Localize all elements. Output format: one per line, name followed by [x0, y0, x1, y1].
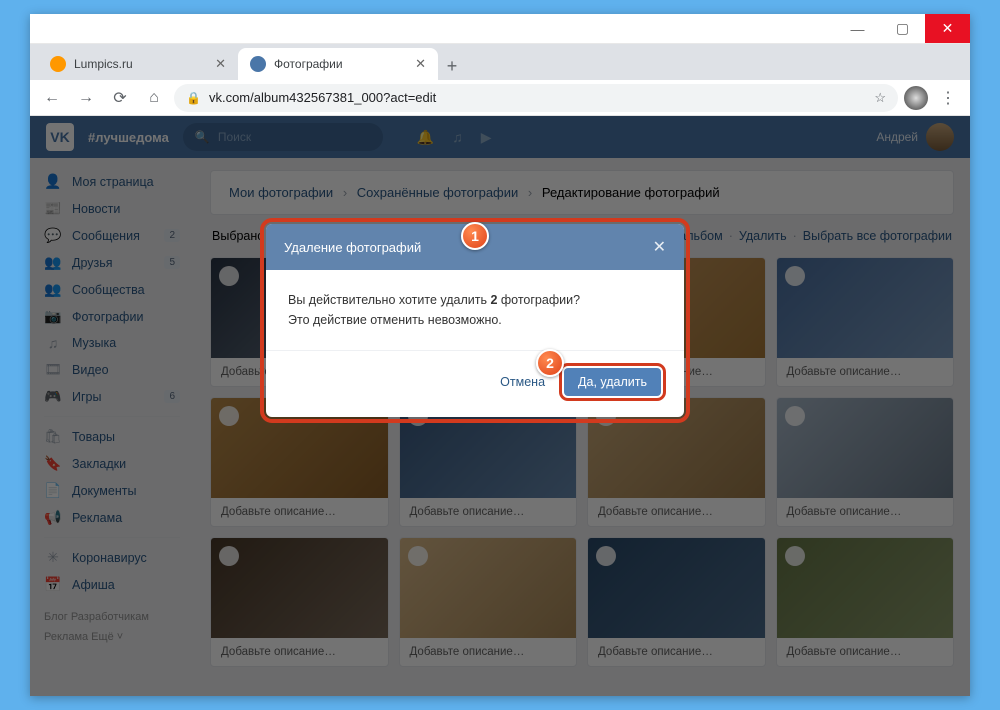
address-bar[interactable]: 🔒 vk.com/album432567381_000?act=edit ☆	[174, 84, 898, 112]
tab-title: Lumpics.ru	[74, 57, 133, 71]
modal-close-button[interactable]: ✕	[653, 237, 666, 257]
bookmark-star-icon[interactable]: ☆	[874, 90, 886, 106]
browser-tabs: Lumpics.ru ✕ Фотографии ✕ +	[30, 44, 970, 80]
window-close-button[interactable]: ✕	[925, 14, 970, 43]
window-maximize-button[interactable]: ▢	[880, 14, 925, 43]
modal-footer: Отмена Да, удалить	[266, 350, 684, 417]
favicon-vk	[250, 56, 266, 72]
tab-close-button[interactable]: ✕	[215, 56, 226, 72]
browser-toolbar: ← → ⟳ ⌂ 🔒 vk.com/album432567381_000?act=…	[30, 80, 970, 116]
back-button[interactable]: ←	[38, 84, 66, 112]
window-minimize-button[interactable]: —	[835, 14, 880, 43]
cancel-button[interactable]: Отмена	[500, 375, 545, 389]
tab-title: Фотографии	[274, 57, 343, 71]
forward-button[interactable]: →	[72, 84, 100, 112]
titlebar: — ▢ ✕	[30, 14, 970, 44]
modal-body: Вы действительно хотите удалить 2 фотогр…	[266, 270, 684, 350]
favicon-lumpics	[50, 56, 66, 72]
modal-dialog: Удаление фотографий ✕ Вы действительно х…	[266, 224, 684, 417]
modal-title: Удаление фотографий	[284, 240, 421, 255]
tab-lumpics[interactable]: Lumpics.ru ✕	[38, 48, 238, 80]
annotation-highlight: Да, удалить	[559, 363, 666, 401]
new-tab-button[interactable]: +	[438, 52, 466, 80]
url-text: vk.com/album432567381_000?act=edit	[209, 90, 436, 105]
profile-avatar[interactable]	[904, 86, 928, 110]
reload-button[interactable]: ⟳	[106, 84, 134, 112]
confirm-delete-button[interactable]: Да, удалить	[564, 368, 661, 396]
annotation-marker-2: 2	[536, 349, 564, 377]
lock-icon: 🔒	[186, 91, 201, 105]
browser-menu-button[interactable]: ⋮	[934, 84, 962, 112]
home-button[interactable]: ⌂	[140, 84, 168, 112]
tab-vk-photos[interactable]: Фотографии ✕	[238, 48, 438, 80]
tab-close-button[interactable]: ✕	[415, 56, 426, 72]
annotation-marker-1: 1	[461, 222, 489, 250]
